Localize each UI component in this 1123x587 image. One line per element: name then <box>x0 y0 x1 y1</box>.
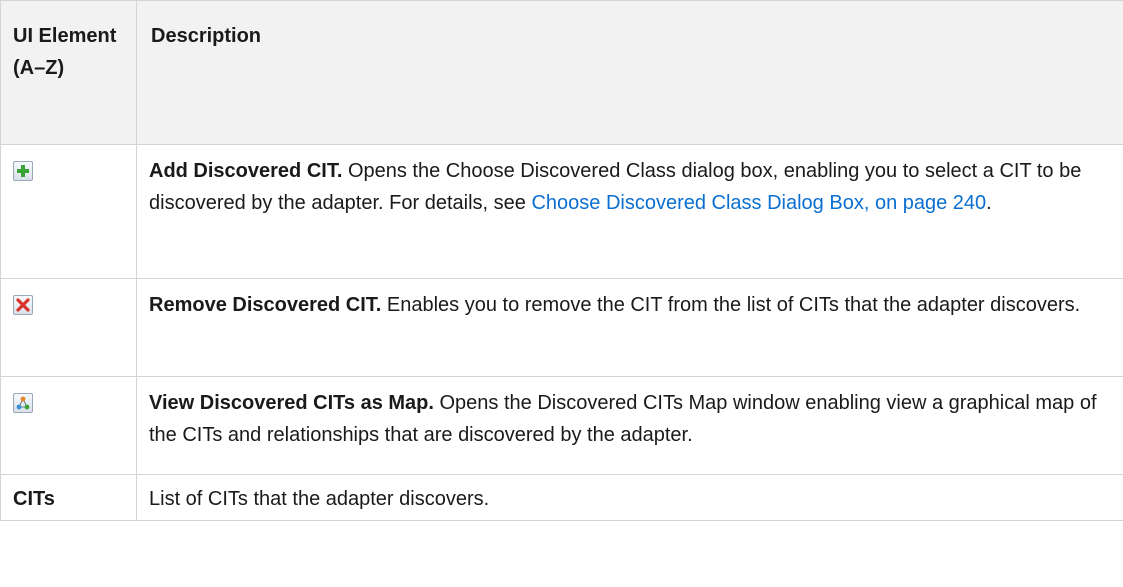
description-cell: Remove Discovered CIT. Enables you to re… <box>136 278 1123 377</box>
element-name: View Discovered CITs as Map. <box>149 392 434 414</box>
table-row: Remove Discovered CIT. Enables you to re… <box>0 278 1123 377</box>
element-name: Remove Discovered CIT. <box>149 294 382 316</box>
table-row: CITs List of CITs that the adapter disco… <box>0 474 1123 521</box>
element-cell <box>0 144 137 279</box>
table-header-row: UI Element (A–Z) Description <box>0 0 1123 145</box>
header-description: Description <box>136 0 1123 145</box>
choose-discovered-class-link[interactable]: Choose Discovered Class Dialog Box, on p… <box>531 192 986 214</box>
element-cell <box>0 376 137 475</box>
header-ui-element: UI Element (A–Z) <box>0 0 137 145</box>
description-text: Enables you to remove the CIT from the l… <box>386 294 1081 316</box>
element-name-cell: CITs <box>0 474 137 521</box>
description-text-end: . <box>986 192 992 214</box>
table-row: View Discovered CITs as Map. Opens the D… <box>0 376 1123 475</box>
map-icon <box>13 393 33 413</box>
element-name: Add Discovered CIT. <box>149 160 343 182</box>
element-cell <box>0 278 137 377</box>
remove-icon <box>13 295 33 315</box>
add-icon <box>13 161 33 181</box>
description-cell: Add Discovered CIT. Opens the Choose Dis… <box>136 144 1123 279</box>
description-cell: List of CITs that the adapter discovers. <box>136 474 1123 521</box>
ui-elements-table-wrapper: UI Element (A–Z) Description Add Discove… <box>0 0 1123 587</box>
table-row: Add Discovered CIT. Opens the Choose Dis… <box>0 144 1123 279</box>
description-cell: View Discovered CITs as Map. Opens the D… <box>136 376 1123 475</box>
ui-elements-table: UI Element (A–Z) Description Add Discove… <box>0 0 1123 521</box>
